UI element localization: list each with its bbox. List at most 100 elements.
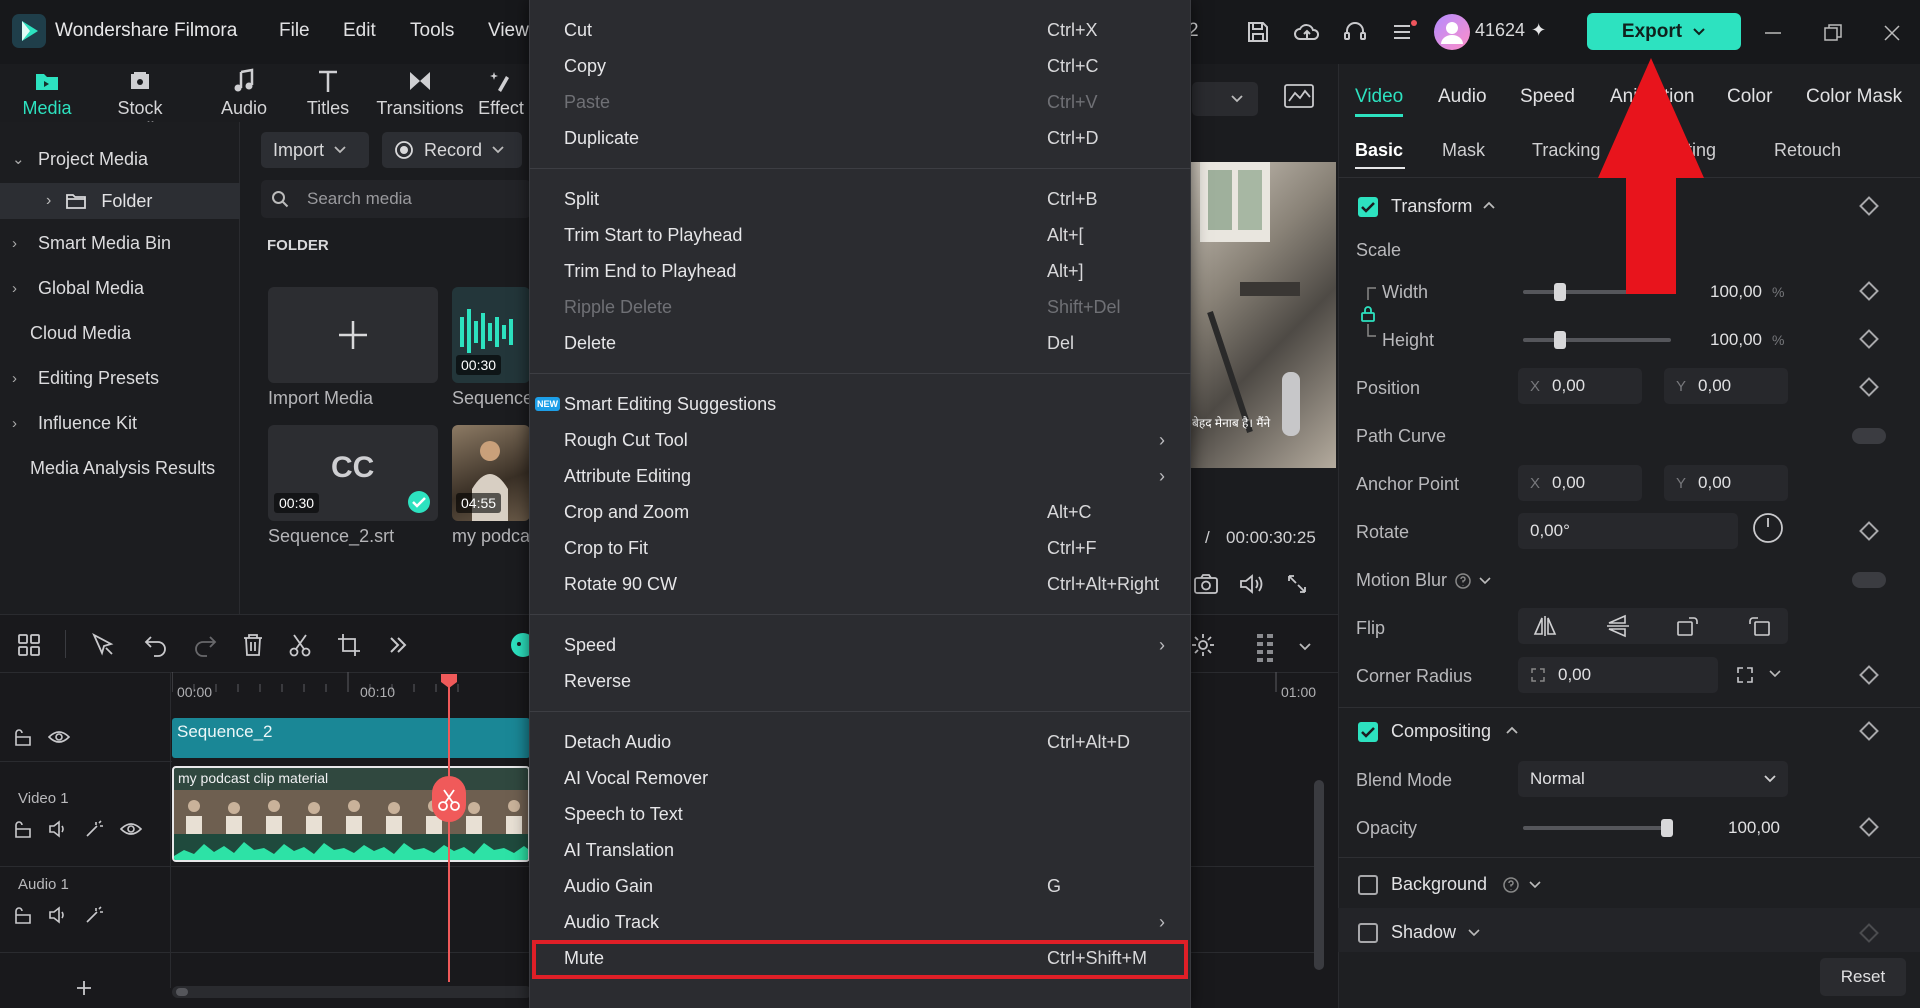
position-y-field[interactable]: Y 0,00 — [1664, 368, 1788, 404]
motion-blur-toggle[interactable] — [1852, 572, 1886, 588]
split-scissors-icon[interactable] — [432, 776, 466, 822]
scope-chart-icon[interactable] — [1283, 82, 1315, 110]
scrollbar-thumb[interactable] — [176, 988, 188, 996]
chevron-down-icon[interactable] — [1769, 670, 1781, 678]
subtab-mask[interactable]: Mask — [1442, 140, 1485, 161]
tree-influence-kit[interactable]: › Influence Kit — [12, 406, 137, 440]
cloud-upload-icon[interactable] — [1293, 19, 1321, 45]
menu-tools[interactable]: Tools — [410, 20, 454, 42]
height-slider[interactable] — [1523, 331, 1671, 349]
tree-editing-presets[interactable]: › Editing Presets — [12, 361, 159, 395]
menu-item-delete[interactable]: Delete Del — [529, 325, 1191, 361]
tab-stock-media[interactable]: Stock Media — [95, 68, 185, 139]
search-media-box[interactable]: Search media — [261, 180, 531, 218]
speaker-icon[interactable] — [48, 820, 68, 838]
import-button[interactable]: Import — [261, 132, 369, 168]
menu-item-attribute-editing[interactable]: Attribute Editing › — [529, 458, 1191, 494]
blend-mode-select[interactable]: Normal — [1518, 761, 1788, 797]
rotate-right-icon[interactable] — [1675, 614, 1701, 638]
tab-effects[interactable]: Effect — [469, 68, 533, 120]
corner-radius-field[interactable]: 0,00 — [1518, 657, 1718, 693]
tab-speed[interactable]: Speed — [1520, 86, 1575, 108]
anchor-x-field[interactable]: X 0,00 — [1518, 465, 1642, 501]
minimize-icon[interactable] — [1760, 20, 1786, 46]
flip-horizontal-icon[interactable] — [1532, 614, 1558, 638]
menu-item-speed[interactable]: Speed › — [529, 627, 1191, 663]
tree-smart-media-bin[interactable]: › Smart Media Bin — [12, 226, 171, 260]
menu-item-rough-cut-tool[interactable]: Rough Cut Tool › — [529, 422, 1191, 458]
fullscreen-icon[interactable] — [1285, 572, 1309, 596]
chevron-up-icon[interactable] — [1482, 200, 1496, 210]
snapshot-camera-icon[interactable] — [1193, 572, 1219, 596]
menu-item-trim-start-to-playhead[interactable]: Trim Start to Playhead Alt+[ — [529, 217, 1191, 253]
restore-icon[interactable] — [1820, 20, 1846, 46]
eye-icon[interactable] — [48, 728, 70, 746]
tree-project-media[interactable]: ⌄ Project Media — [12, 142, 148, 176]
tab-audio-props[interactable]: Audio — [1438, 86, 1487, 108]
menu-item-detach-audio[interactable]: Detach Audio Ctrl+Alt+D — [529, 724, 1191, 760]
menu-file[interactable]: File — [279, 20, 310, 42]
rotate-field[interactable]: 0,00° — [1518, 513, 1738, 549]
tab-video[interactable]: Video — [1355, 86, 1403, 108]
menu-item-audio-gain[interactable]: Audio Gain G — [529, 868, 1191, 904]
undo-icon[interactable] — [143, 632, 171, 660]
redo-icon[interactable] — [192, 632, 220, 660]
chevron-up-icon[interactable] — [1505, 725, 1519, 735]
credits-counter[interactable]: 41624 ✦ — [1475, 20, 1546, 41]
preview-quality-dropdown[interactable] — [1192, 82, 1258, 116]
help-circle-icon[interactable] — [1455, 572, 1471, 589]
tree-global-media[interactable]: › Global Media — [12, 271, 144, 305]
chevron-down-icon[interactable] — [1468, 928, 1480, 937]
scissors-icon[interactable] — [287, 632, 315, 660]
add-track-icon[interactable] — [74, 978, 94, 998]
tree-folder[interactable]: › Folder — [46, 184, 152, 218]
lock-icon[interactable] — [1360, 306, 1376, 322]
transform-checkbox[interactable] — [1358, 197, 1378, 217]
opacity-slider-knob[interactable] — [1661, 819, 1673, 837]
menu-item-trim-end-to-playhead[interactable]: Trim End to Playhead Alt+] — [529, 253, 1191, 289]
video-preview[interactable]: बेहद मेनाब है। मैंने — [1190, 162, 1336, 468]
track-lock-icon[interactable] — [14, 728, 32, 746]
height-slider-knob[interactable] — [1554, 331, 1566, 349]
magic-wand-icon[interactable] — [84, 820, 104, 838]
video-clip[interactable]: my podcast clip material — [172, 766, 530, 862]
subtab-basic[interactable]: Basic — [1355, 140, 1403, 161]
settings-gear-icon[interactable] — [1190, 632, 1216, 658]
position-x-field[interactable]: X 0,00 — [1518, 368, 1642, 404]
menu-item-ai-translation[interactable]: AI Translation — [529, 832, 1191, 868]
width-value[interactable]: 100,00 — [1710, 282, 1762, 302]
vertical-scrollbar[interactable] — [1314, 780, 1324, 970]
user-avatar[interactable] — [1434, 14, 1470, 50]
tab-color[interactable]: Color — [1727, 86, 1772, 108]
delete-trash-icon[interactable] — [240, 632, 268, 660]
magic-wand-icon[interactable] — [84, 906, 104, 924]
eye-icon[interactable] — [120, 820, 142, 838]
support-headset-icon[interactable] — [1342, 19, 1368, 45]
chevron-down-icon[interactable] — [1298, 642, 1312, 652]
menu-item-cut[interactable]: Cut Ctrl+X — [529, 12, 1191, 48]
podcast-thumbnail[interactable]: 04:55 — [452, 425, 530, 521]
expand-corners-icon[interactable] — [1736, 666, 1754, 684]
ai-robot-icon[interactable] — [505, 630, 531, 660]
tab-audio[interactable]: Audio — [199, 68, 289, 120]
tab-titles[interactable]: Titles — [283, 68, 373, 120]
opacity-slider[interactable] — [1523, 819, 1673, 837]
menu-item-audio-track[interactable]: Audio Track › — [529, 904, 1191, 940]
more-tools-icon[interactable] — [385, 632, 413, 660]
subtitle-clip[interactable]: Sequence_2 — [172, 718, 530, 758]
shadow-checkbox[interactable] — [1358, 923, 1378, 943]
subtab-tracking[interactable]: Tracking — [1532, 140, 1600, 161]
tab-color-mask[interactable]: Color Mask — [1806, 86, 1902, 108]
record-button[interactable]: Record — [382, 132, 522, 168]
menu-item-rotate-90-cw[interactable]: Rotate 90 CW Ctrl+Alt+Right — [529, 566, 1191, 602]
anchor-y-field[interactable]: Y 0,00 — [1664, 465, 1788, 501]
track-lock-icon[interactable] — [14, 820, 32, 838]
menu-item-crop-and-zoom[interactable]: Crop and Zoom Alt+C — [529, 494, 1191, 530]
export-button[interactable]: Export — [1587, 13, 1741, 50]
help-circle-icon[interactable] — [1503, 876, 1519, 893]
compositing-checkbox[interactable] — [1358, 722, 1378, 742]
menu-item-split[interactable]: Split Ctrl+B — [529, 181, 1191, 217]
select-cursor-icon[interactable] — [90, 632, 118, 660]
menu-item-reverse[interactable]: Reverse — [529, 663, 1191, 699]
opacity-value[interactable]: 100,00 — [1728, 818, 1780, 838]
